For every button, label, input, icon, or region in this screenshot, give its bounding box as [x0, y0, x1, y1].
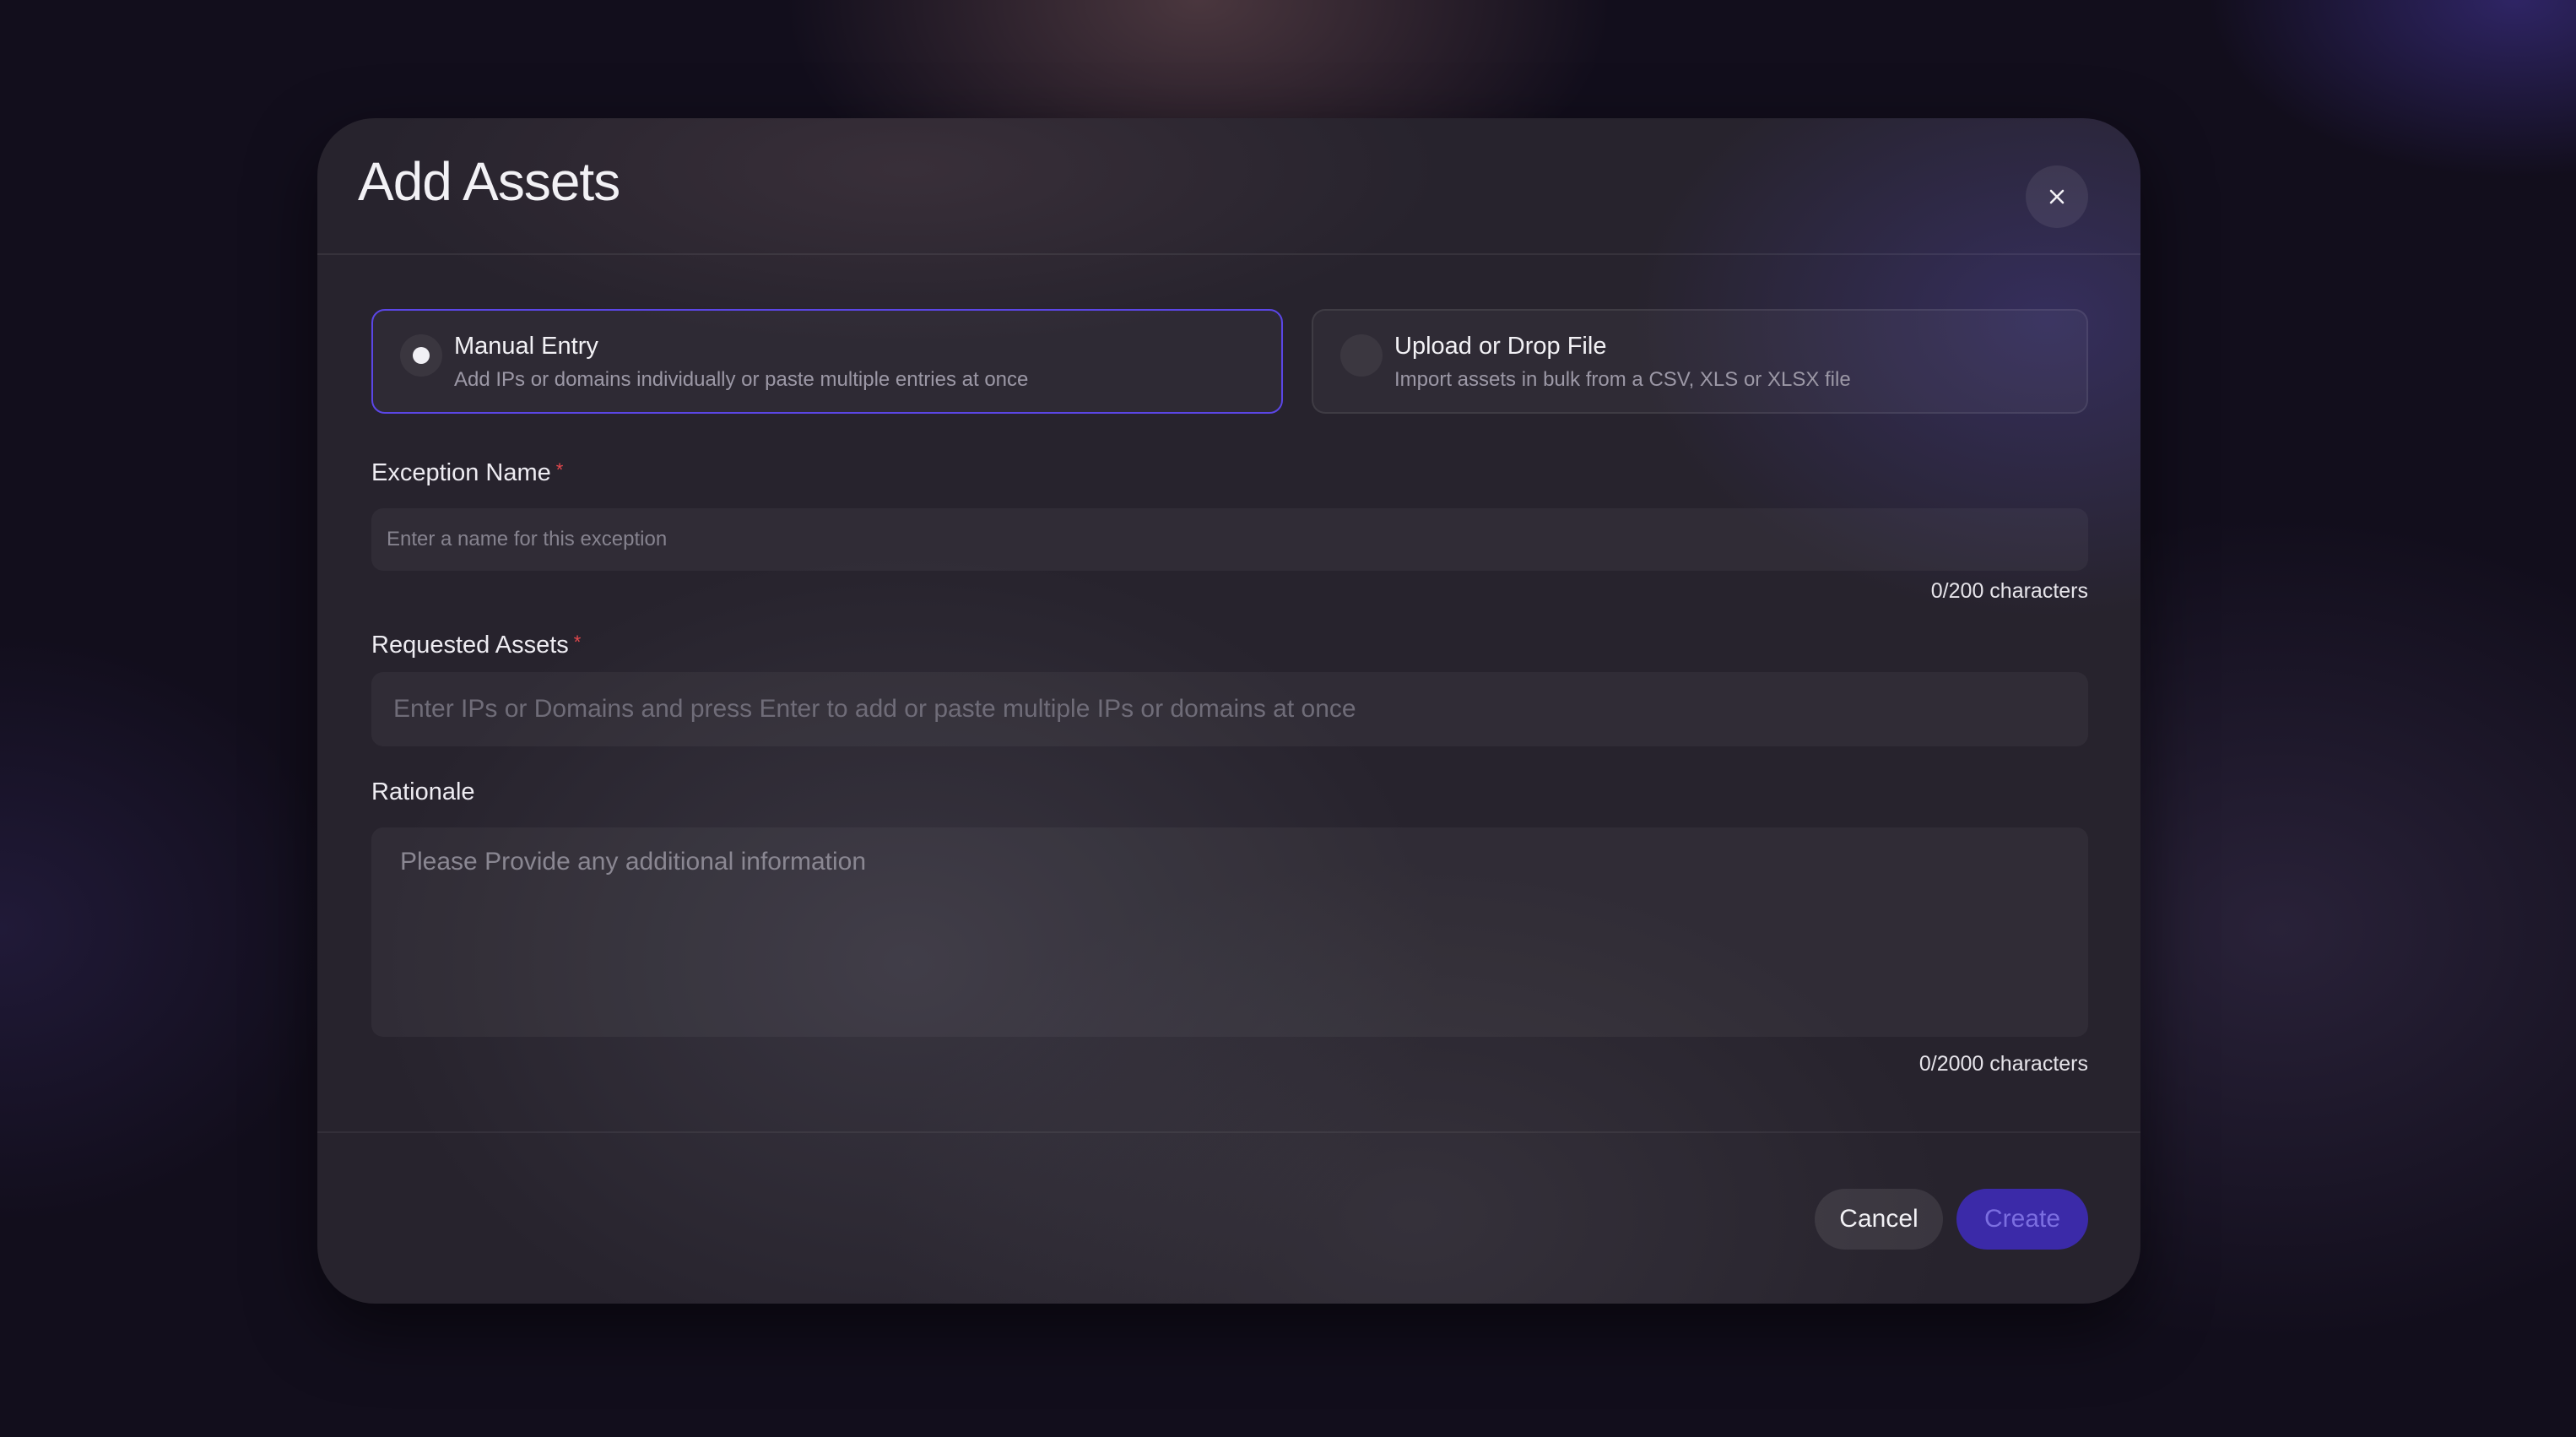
- requested-assets-label-text: Requested Assets: [371, 632, 569, 659]
- add-assets-modal: Add Assets Manual Entry Add IPs or domai…: [317, 118, 2140, 1304]
- footer-divider: [317, 1131, 2140, 1133]
- rationale-label: Rationale: [371, 778, 475, 805]
- modal-title: Add Assets: [358, 151, 620, 212]
- exception-name-label: Exception Name *: [371, 459, 563, 487]
- requested-assets-input[interactable]: [371, 672, 2088, 746]
- radio-selected-dot: [413, 347, 430, 364]
- cancel-button[interactable]: Cancel: [1815, 1189, 1943, 1250]
- close-button[interactable]: [2026, 165, 2088, 228]
- rationale-textarea[interactable]: [371, 827, 2088, 1037]
- manual-entry-description: Add IPs or domains individually or paste…: [454, 368, 1029, 391]
- close-icon: [2049, 189, 2065, 204]
- rationale-counter: 0/2000 characters: [1918, 1052, 2088, 1076]
- option-upload-file[interactable]: Upload or Drop File Import assets in bul…: [1312, 309, 2088, 414]
- upload-file-title: Upload or Drop File: [1394, 333, 1607, 360]
- upload-file-radio[interactable]: [1340, 334, 1383, 377]
- requested-assets-label: Requested Assets *: [371, 632, 581, 659]
- manual-entry-radio[interactable]: [400, 334, 442, 377]
- exception-name-input[interactable]: [371, 508, 2088, 571]
- modal-header: Add Assets: [317, 118, 2140, 255]
- required-asterisk: *: [573, 632, 582, 653]
- manual-entry-title: Manual Entry: [454, 333, 598, 360]
- create-button[interactable]: Create: [1956, 1189, 2088, 1250]
- option-manual-entry[interactable]: Manual Entry Add IPs or domains individu…: [371, 309, 1283, 414]
- exception-name-counter: 0/200 characters: [1930, 579, 2088, 603]
- upload-file-description: Import assets in bulk from a CSV, XLS or…: [1394, 368, 1851, 391]
- required-asterisk: *: [555, 459, 564, 480]
- exception-name-label-text: Exception Name: [371, 459, 551, 486]
